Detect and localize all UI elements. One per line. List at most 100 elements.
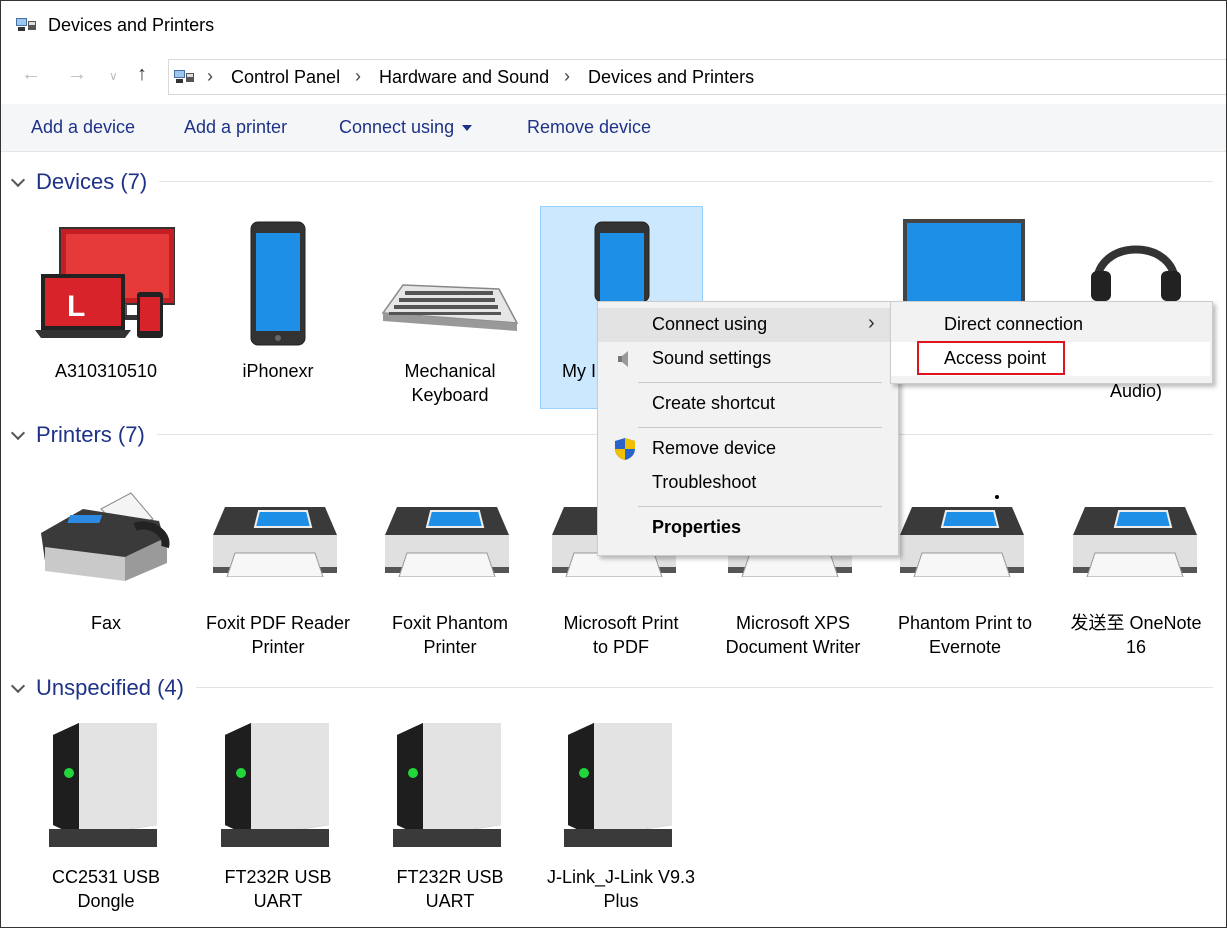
context-menu: Connect using › Sound settings Create sh… bbox=[597, 301, 899, 556]
devices-and-printers-window: Devices and Printers ← → ∨ ↑ › Control P… bbox=[0, 0, 1227, 928]
menu-item-connect-using[interactable]: Connect using › bbox=[598, 308, 896, 342]
computer-icon: L bbox=[35, 227, 175, 338]
printer-icon bbox=[1073, 507, 1197, 577]
connect-using-button[interactable]: Connect using bbox=[339, 117, 473, 138]
device-label: Keyboard bbox=[411, 385, 489, 405]
printer-label: 16 bbox=[1125, 637, 1147, 657]
group-header-unspecified[interactable]: Unspecified (4) bbox=[10, 675, 1213, 705]
menu-item-label: Connect using bbox=[652, 314, 768, 334]
address-bar[interactable]: › Control Panel › Hardware and Sound › D… bbox=[168, 59, 1226, 95]
printer-item-send-to-onenote[interactable]: 发送至 OneNote 16 bbox=[1061, 491, 1211, 661]
device-item-a310310510[interactable]: L A310310510 bbox=[31, 221, 181, 401]
monitor-icon bbox=[903, 219, 1025, 301]
menu-item-create-shortcut[interactable]: Create shortcut bbox=[598, 387, 896, 421]
group-header-devices[interactable]: Devices (7) bbox=[10, 169, 1213, 199]
printer-icon bbox=[385, 507, 509, 577]
speaker-icon bbox=[618, 351, 628, 367]
submenu-item-label: Direct connection bbox=[944, 314, 1084, 334]
printer-label: Evernote bbox=[928, 637, 1002, 657]
device-item-iphonexr[interactable]: iPhonexr bbox=[203, 221, 353, 401]
command-bar: Add a device Add a printer Connect using… bbox=[1, 104, 1226, 152]
phone-icon bbox=[250, 221, 306, 346]
unspecified-item-cc2531[interactable]: CC2531 USB Dongle bbox=[31, 721, 181, 911]
uac-shield-icon bbox=[615, 438, 635, 460]
device-label: Plus bbox=[603, 891, 639, 911]
submenu-item-direct-connection[interactable]: Direct connection bbox=[891, 308, 1210, 342]
breadcrumb-separator-icon: › bbox=[207, 66, 213, 86]
headphones-icon bbox=[1091, 245, 1181, 301]
collapse-chevron-icon[interactable] bbox=[10, 172, 26, 188]
generic-device-icon bbox=[393, 723, 501, 847]
menu-item-label: Remove device bbox=[652, 438, 777, 458]
printer-label: 发送至 OneNote bbox=[1070, 613, 1202, 633]
connect-using-label: Connect using bbox=[339, 117, 455, 137]
menu-separator bbox=[638, 506, 882, 507]
printer-label: to PDF bbox=[592, 637, 649, 657]
remove-device-button[interactable]: Remove device bbox=[527, 117, 651, 138]
printer-item-foxit-phantom[interactable]: Foxit Phantom Printer bbox=[375, 491, 525, 661]
printer-item-phantom-print-to-evernote[interactable]: Phantom Print to Evernote bbox=[890, 491, 1040, 661]
printer-label: Printer bbox=[251, 637, 305, 657]
navigation-bar: ← → ∨ ↑ › Control Panel › Hardware and S… bbox=[1, 53, 1226, 99]
group-divider bbox=[153, 181, 1213, 182]
device-label: FT232R USB UART bbox=[224, 867, 332, 911]
device-label: J-Link_J-Link V9.3 bbox=[546, 867, 696, 887]
devices-printers-icon bbox=[16, 18, 36, 31]
group-title: Devices (7) bbox=[36, 169, 160, 195]
menu-item-sound-settings[interactable]: Sound settings bbox=[598, 342, 896, 376]
generic-device-icon bbox=[564, 723, 672, 847]
recent-locations-chevron-icon[interactable]: ∨ bbox=[109, 69, 118, 83]
device-label: iPhonexr bbox=[242, 361, 314, 381]
svg-text:L: L bbox=[67, 290, 85, 323]
breadcrumb-control-panel[interactable]: Control Panel bbox=[231, 67, 340, 88]
unspecified-item-ft232r-2[interactable]: FT232R USB UART bbox=[375, 721, 525, 911]
menu-item-remove-device[interactable]: Remove device bbox=[598, 432, 896, 466]
menu-item-label: Sound settings bbox=[652, 348, 772, 368]
group-divider bbox=[193, 687, 1213, 688]
menu-item-properties[interactable]: Properties bbox=[598, 511, 896, 545]
unspecified-item-ft232r-1[interactable]: FT232R USB UART bbox=[203, 721, 353, 911]
printer-icon bbox=[213, 507, 337, 577]
annotation-highlight-box bbox=[917, 341, 1065, 375]
group-title: Unspecified (4) bbox=[36, 675, 196, 701]
generic-device-icon bbox=[49, 723, 157, 847]
menu-item-label: Properties bbox=[652, 517, 742, 537]
device-label: Dongle bbox=[77, 891, 135, 911]
device-label: A310310510 bbox=[54, 361, 158, 381]
printer-icon bbox=[900, 507, 1024, 577]
back-arrow-icon[interactable]: ← bbox=[21, 63, 41, 86]
printer-label: Microsoft XPS bbox=[735, 613, 851, 633]
window-title: Devices and Printers bbox=[48, 15, 215, 35]
generic-device-icon bbox=[221, 723, 329, 847]
collapse-chevron-icon[interactable] bbox=[10, 425, 26, 441]
printer-label: Document Writer bbox=[725, 637, 861, 657]
printer-label: Printer bbox=[423, 637, 477, 657]
device-label: FT232R USB UART bbox=[396, 867, 504, 911]
up-arrow-icon[interactable]: ↑ bbox=[137, 63, 147, 86]
breadcrumb-hardware-and-sound[interactable]: Hardware and Sound bbox=[379, 67, 549, 88]
keyboard-icon bbox=[381, 284, 519, 331]
device-item-mechanical-keyboard[interactable]: Mechanical Keyboard bbox=[375, 221, 525, 405]
breadcrumb-devices-and-printers[interactable]: Devices and Printers bbox=[588, 67, 754, 88]
printer-label: Foxit Phantom bbox=[391, 613, 509, 633]
printer-item-fax[interactable]: Fax bbox=[31, 491, 181, 661]
printer-label: Foxit PDF Reader bbox=[205, 613, 351, 633]
printer-label: Fax bbox=[90, 613, 121, 633]
cursor-dot bbox=[995, 495, 999, 499]
printer-label: Phantom Print to bbox=[897, 613, 1033, 633]
menu-item-label: Create shortcut bbox=[652, 393, 776, 413]
dropdown-caret-icon bbox=[462, 125, 473, 132]
menu-separator bbox=[638, 382, 882, 383]
collapse-chevron-icon[interactable] bbox=[10, 678, 26, 694]
menu-item-troubleshoot[interactable]: Troubleshoot bbox=[598, 466, 896, 500]
devices-printers-icon bbox=[174, 70, 194, 83]
add-device-button[interactable]: Add a device bbox=[31, 117, 135, 138]
forward-arrow-icon[interactable]: → bbox=[67, 63, 87, 86]
add-printer-button[interactable]: Add a printer bbox=[184, 117, 287, 138]
breadcrumb-separator-icon: › bbox=[355, 66, 361, 86]
title-bar: Devices and Printers bbox=[1, 1, 1226, 49]
unspecified-item-jlink[interactable]: J-Link_J-Link V9.3 Plus bbox=[546, 721, 696, 911]
printer-item-foxit-pdf-reader[interactable]: Foxit PDF Reader Printer bbox=[203, 491, 353, 661]
breadcrumb-separator-icon: › bbox=[564, 66, 570, 86]
device-label: CC2531 USB bbox=[51, 867, 161, 887]
